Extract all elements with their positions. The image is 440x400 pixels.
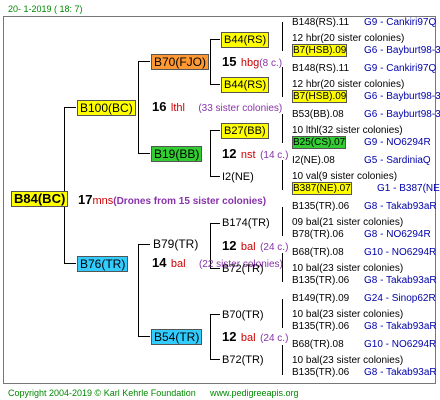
leaf-info: G6 - Bayburt98-3: [364, 45, 440, 56]
leaf-16[interactable]: 10 bal(23 sister colonies): [292, 263, 403, 275]
leaf-label: 12 hbr(20 sister colonies): [292, 33, 405, 44]
leaf-info: G10 - NO6294R: [364, 247, 437, 258]
root-note: (Drones from 15 sister colonies): [113, 196, 267, 207]
leaf-12[interactable]: B135(TR).06 G8 - Takab93aR: [292, 201, 437, 213]
leaf-label: 10 bal(23 sister colonies): [292, 263, 404, 274]
leaf-label: B148(RS).11: [292, 63, 350, 74]
root-info: 17mns(Drones from 15 sister colonies): [78, 192, 267, 208]
leaf-20[interactable]: B135(TR).06 G8 - Takab93aR: [292, 321, 437, 333]
leaf-label: B135(TR).06: [292, 367, 350, 378]
leaf-22[interactable]: 10 bal(23 sister colonies): [292, 355, 403, 367]
leaf-19[interactable]: 10 bal(23 sister colonies): [292, 309, 403, 321]
ff-info: 12 bal (24 c.): [222, 329, 289, 344]
leaf-label: 09 bal(21 sister colonies): [292, 217, 404, 228]
leaf-info: G6 - Bayburt98-3: [364, 109, 440, 120]
queen-mm[interactable]: B70(FJO): [151, 54, 210, 70]
queen-fm[interactable]: B79(TR): [153, 238, 198, 250]
leaf-14[interactable]: B78(TR).06 G8 - NO6294R: [292, 229, 431, 241]
leaf-info: G8 - Takab93aR: [364, 201, 437, 212]
leaf-23[interactable]: B135(TR).06 G8 - Takab93aR: [292, 367, 437, 379]
leaf-2[interactable]: B7(HSB).09 G6 - Bayburt98-3: [292, 44, 440, 57]
queen-g3-4[interactable]: I2(NE): [222, 171, 254, 183]
queen-g3-5[interactable]: B174(TR): [222, 217, 270, 229]
leaf-label: B135(TR).06: [292, 201, 350, 212]
leaf-info: G9 - Cankiri97Q: [364, 17, 437, 28]
leaf-label: B387(NE).07: [292, 182, 352, 195]
queen-ff[interactable]: B54(TR): [151, 329, 203, 345]
queen-g3-2[interactable]: B44(RS): [221, 77, 270, 93]
leaf-8[interactable]: B25(CS).07 G9 - NO6294R: [292, 136, 431, 149]
leaf-info: G5 - SardiniaQ: [364, 155, 431, 166]
date-header: 20- 1-2019 ( 18: 7): [8, 4, 83, 14]
leaf-info: G10 - NO6294R: [364, 339, 437, 350]
leaf-17[interactable]: B135(TR).06 G8 - Takab93aR: [292, 275, 437, 287]
root-gen-num: 17: [78, 192, 93, 207]
queen-g3-1[interactable]: B44(RS): [221, 32, 270, 48]
footer-site[interactable]: www.pedigreeapis.org: [210, 387, 299, 399]
leaf-15[interactable]: B68(TR).08 G10 - NO6294R: [292, 247, 436, 259]
root-queen[interactable]: B84(BC): [11, 191, 69, 207]
leaf-0[interactable]: B148(RS).11 G9 - Cankiri97Q: [292, 17, 436, 29]
leaf-13[interactable]: 09 bal(21 sister colonies): [292, 217, 403, 229]
leaf-label: 10 lthl(32 sister colonies): [292, 125, 403, 136]
leaf-info: G24 - Sinop62R: [364, 293, 436, 304]
leaf-label: B68(TR).08: [292, 339, 344, 350]
leaf-label: B149(TR).09: [292, 293, 350, 304]
leaf-label: I2(NE).08: [292, 155, 335, 166]
leaf-label: 10 bal(23 sister colonies): [292, 355, 404, 366]
leaf-18[interactable]: B149(TR).09 G24 - Sinop62R: [292, 293, 436, 305]
leaf-9[interactable]: I2(NE).08 G5 - SardiniaQ: [292, 155, 431, 167]
leaf-label: 10 bal(23 sister colonies): [292, 309, 404, 320]
leaf-label: B7(HSB).09: [292, 90, 348, 103]
leaf-info: G8 - Takab93aR: [364, 275, 437, 286]
leaf-info: G6 - Bayburt98-3: [364, 91, 440, 102]
mother-info: 16 lthl (33 sister colonies): [152, 99, 283, 114]
root-mark: mns: [92, 195, 114, 207]
leaf-label: B7(HSB).09: [292, 44, 348, 57]
queen-g3-3[interactable]: B27(BB): [221, 123, 269, 139]
father-queen[interactable]: B76(TR): [77, 256, 129, 272]
leaf-11[interactable]: B387(NE).07 G1 - B387(NE): [292, 182, 440, 195]
mother-queen[interactable]: B100(BC): [77, 100, 136, 116]
queen-g3-7[interactable]: B70(TR): [222, 309, 264, 321]
leaf-info: G8 - NO6294R: [364, 229, 431, 240]
leaf-info: G1 - B387(NE): [377, 183, 440, 194]
leaf-5[interactable]: B7(HSB).09 G6 - Bayburt98-3: [292, 90, 440, 103]
leaf-label: B68(TR).08: [292, 247, 344, 258]
leaf-6[interactable]: B53(BB).08 G6 - Bayburt98-3: [292, 109, 440, 121]
fm-info: 12 bal (24 c.): [222, 238, 289, 253]
queen-mf[interactable]: B19(BB): [151, 146, 203, 162]
leaf-info: G8 - Takab93aR: [364, 367, 437, 378]
footer-copyright: Copyright 2004-2019 © Karl Kehrle Founda…: [8, 388, 196, 398]
leaf-info: G9 - Cankiri97Q: [364, 63, 437, 74]
queen-g3-8[interactable]: B72(TR): [222, 354, 264, 366]
leaf-label: B135(TR).06: [292, 321, 350, 332]
leaf-21[interactable]: B68(TR).08 G10 - NO6294R: [292, 339, 436, 351]
leaf-label: B135(TR).06: [292, 275, 350, 286]
leaf-3[interactable]: B148(RS).11 G9 - Cankiri97Q: [292, 63, 436, 75]
mm-info: 15 hbg(8 c.): [222, 54, 283, 69]
mf-info: 12 nst (14 c.): [222, 146, 289, 161]
leaf-info: G9 - NO6294R: [364, 137, 431, 148]
leaf-label: B53(BB).08: [292, 109, 344, 120]
leaf-label: 10 val(9 sister colonies): [292, 171, 398, 182]
leaf-label: B78(TR).06: [292, 229, 344, 240]
leaf-label: 12 hbr(20 sister colonies): [292, 79, 405, 90]
leaf-label: B25(CS).07: [292, 136, 347, 149]
queen-g3-6[interactable]: B72(TR): [222, 263, 264, 275]
leaf-label: B148(RS).11: [292, 17, 350, 28]
leaf-info: G8 - Takab93aR: [364, 321, 437, 332]
